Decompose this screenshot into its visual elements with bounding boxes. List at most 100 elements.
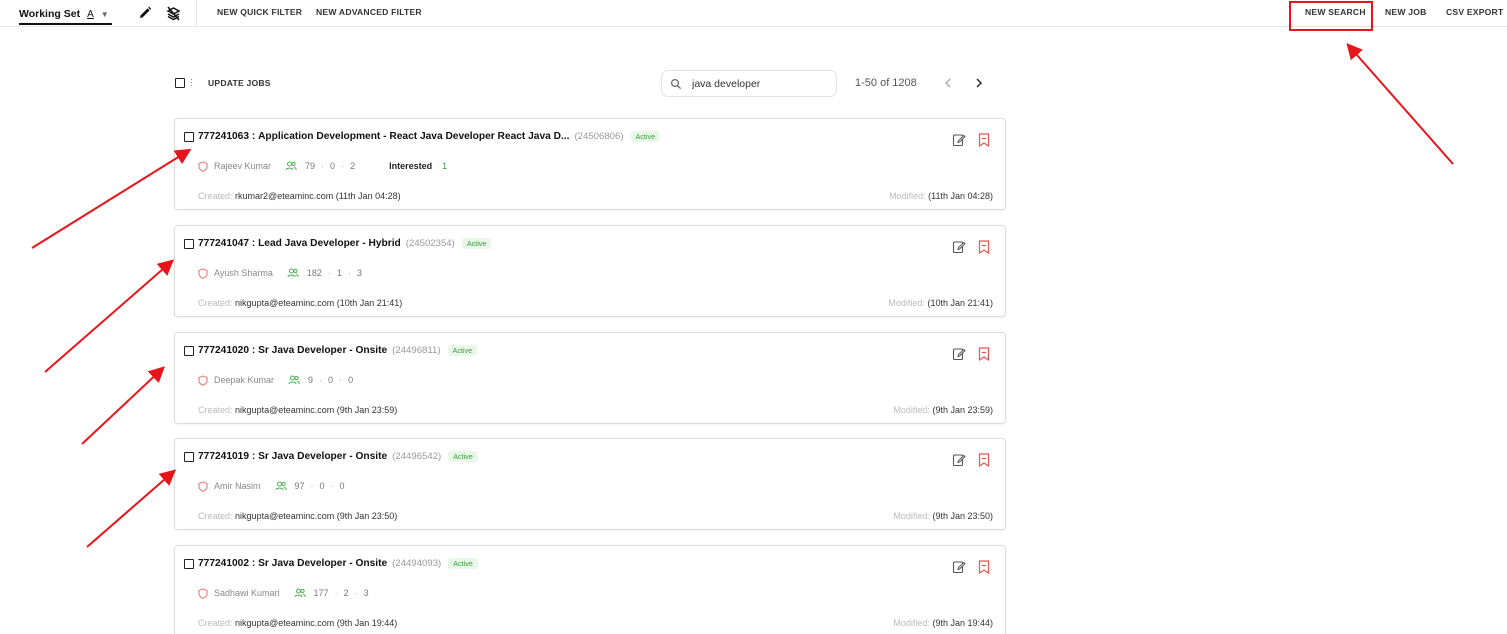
candidate-count[interactable]: 177 <box>314 588 329 598</box>
job-title[interactable]: Sr Java Developer - Onsite <box>258 451 387 462</box>
bookmark-icon[interactable] <box>978 560 990 574</box>
job-title-row: 777241002 : Sr Java Developer - Onsite (… <box>198 558 478 569</box>
recruiter-name: Deepak Kumar <box>214 375 275 385</box>
candidate-count[interactable]: 97 <box>295 481 305 491</box>
created-info: Created: rkumar2@eteaminc.com (11th Jan … <box>198 191 401 201</box>
interview-count[interactable]: 0 <box>348 375 353 385</box>
submitted-count[interactable]: 0 <box>328 375 333 385</box>
pencil-icon[interactable] <box>137 5 153 21</box>
edit-icon[interactable] <box>952 133 966 147</box>
shield-icon <box>198 374 208 386</box>
job-id: 777241063 : <box>198 131 256 142</box>
submitted-count[interactable]: 2 <box>344 588 349 598</box>
modified-label: Modified: <box>888 298 925 308</box>
layers-off-icon[interactable] <box>165 5 181 21</box>
edit-icon[interactable] <box>952 347 966 361</box>
modified-label: Modified: <box>893 511 930 521</box>
bookmark-icon[interactable] <box>978 453 990 467</box>
bookmark-icon[interactable] <box>978 133 990 147</box>
working-set-selector[interactable]: Working Set A ▼ <box>19 4 109 24</box>
new-job-button[interactable]: NEW JOB <box>1385 7 1427 17</box>
job-select-checkbox[interactable] <box>184 346 194 356</box>
modified-info: Modified: (9th Jan 23:50) <box>893 511 993 521</box>
csv-export-button[interactable]: CSV EXPORT <box>1446 7 1503 17</box>
candidate-count[interactable]: 9 <box>308 375 313 385</box>
created-label: Created: <box>198 511 233 521</box>
people-icon <box>294 588 306 598</box>
bookmark-icon[interactable] <box>978 240 990 254</box>
annotation-arrow <box>81 366 165 445</box>
status-badge: Active <box>461 238 492 249</box>
submitted-count[interactable]: 0 <box>320 481 325 491</box>
separator-dot: · <box>341 161 345 171</box>
modified-value: (11th Jan 04:28) <box>928 191 993 201</box>
job-card[interactable]: 777241047 : Lead Java Developer - Hybrid… <box>174 225 1006 317</box>
annotation-arrow <box>86 469 177 548</box>
job-select-checkbox[interactable] <box>184 239 194 249</box>
caret-down-icon: ▼ <box>100 9 109 19</box>
job-select-checkbox[interactable] <box>184 132 194 142</box>
job-card[interactable]: 777241002 : Sr Java Developer - Onsite (… <box>174 545 1006 634</box>
new-advanced-filter-button[interactable]: NEW ADVANCED FILTER <box>316 7 422 17</box>
created-label: Created: <box>198 298 233 308</box>
job-card[interactable]: 777241020 : Sr Java Developer - Onsite (… <box>174 332 1006 424</box>
job-ref: (24496542) <box>392 451 442 462</box>
new-quick-filter-button[interactable]: NEW QUICK FILTER <box>217 7 302 17</box>
candidate-count[interactable]: 79 <box>305 161 315 171</box>
job-title[interactable]: Sr Java Developer - Onsite <box>258 345 387 356</box>
edit-icon[interactable] <box>952 560 966 574</box>
job-title[interactable]: Application Development - React Java Dev… <box>258 131 569 142</box>
created-info: Created: nikgupta@eteaminc.com (10th Jan… <box>198 298 402 308</box>
pagination-range: 1-50 of 1208 <box>855 77 917 89</box>
more-options-icon[interactable]: · · · <box>190 75 193 90</box>
working-set-label: Working Set <box>19 8 81 20</box>
created-value: nikgupta@eteaminc.com (9th Jan 19:44) <box>235 618 398 628</box>
created-label: Created: <box>198 405 233 415</box>
prev-page-button[interactable] <box>941 76 955 90</box>
modified-label: Modified: <box>893 405 930 415</box>
separator-dot: · <box>330 481 334 491</box>
submitted-count[interactable]: 0 <box>330 161 335 171</box>
status-badge: Active <box>447 345 478 356</box>
job-select-checkbox[interactable] <box>184 452 194 462</box>
chevron-left-icon <box>945 78 951 88</box>
job-meta-row: Amir Nasim 97 · 0 · 0 <box>198 479 345 493</box>
working-set-letter: A <box>87 8 94 20</box>
job-select-checkbox[interactable] <box>184 559 194 569</box>
interview-count[interactable]: 0 <box>340 481 345 491</box>
job-title[interactable]: Sr Java Developer - Onsite <box>258 558 387 569</box>
annotation-arrow <box>44 259 175 373</box>
search-input[interactable] <box>692 77 832 91</box>
update-jobs-button[interactable]: UPDATE JOBS <box>208 78 271 88</box>
status-badge: Active <box>630 131 661 142</box>
job-title[interactable]: Lead Java Developer - Hybrid <box>258 238 401 249</box>
shield-icon <box>198 480 208 492</box>
candidate-count[interactable]: 182 <box>307 268 322 278</box>
interview-count[interactable]: 2 <box>350 161 355 171</box>
bookmark-icon[interactable] <box>978 347 990 361</box>
modified-value: (9th Jan 23:50) <box>932 511 993 521</box>
separator-dot: · <box>319 375 323 385</box>
status-badge: Active <box>448 558 478 569</box>
created-value: nikgupta@eteaminc.com (9th Jan 23:50) <box>235 511 398 521</box>
submitted-count[interactable]: 1 <box>337 268 342 278</box>
interested-count[interactable]: 1 <box>442 161 447 171</box>
status-badge: Active <box>448 451 478 462</box>
next-page-button[interactable] <box>972 76 986 90</box>
job-card[interactable]: 777241063 : Application Development - Re… <box>174 118 1006 210</box>
job-meta-row: Sadhawi Kumari 177 · 2 · 3 <box>198 586 369 600</box>
job-ref: (24506806) <box>574 131 624 142</box>
edit-icon[interactable] <box>952 453 966 467</box>
separator-dot: · <box>354 588 358 598</box>
created-label: Created: <box>198 618 233 628</box>
interview-count[interactable]: 3 <box>364 588 369 598</box>
select-all-checkbox[interactable] <box>175 78 185 88</box>
edit-icon[interactable] <box>952 240 966 254</box>
created-value: rkumar2@eteaminc.com (11th Jan 04:28) <box>235 191 401 201</box>
people-icon <box>275 481 287 491</box>
recruiter-name: Rajeev Kumar <box>214 161 272 171</box>
job-card[interactable]: 777241019 : Sr Java Developer - Onsite (… <box>174 438 1006 530</box>
interview-count[interactable]: 3 <box>357 268 362 278</box>
modified-info: Modified: (9th Jan 19:44) <box>893 618 993 628</box>
modified-info: Modified: (10th Jan 21:41) <box>888 298 993 308</box>
